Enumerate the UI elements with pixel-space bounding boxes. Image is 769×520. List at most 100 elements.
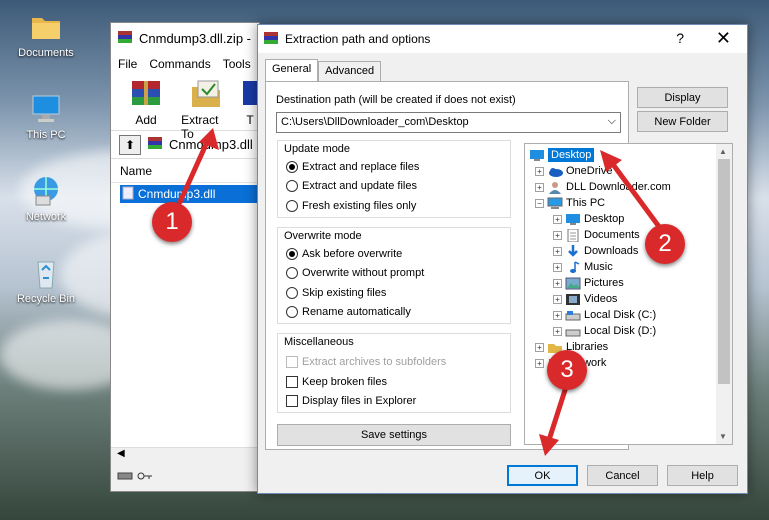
horizontal-scrollbar[interactable]: ◀ — [111, 447, 259, 463]
tree-item-local-disk-d[interactable]: + Local Disk (D:) — [553, 323, 656, 339]
update-mode-title: Update mode — [284, 143, 351, 155]
tree-item-label: This PC — [566, 197, 606, 209]
archive-add-icon — [126, 77, 166, 109]
network-icon — [28, 174, 64, 208]
desktop-icon-documents[interactable]: Documents — [4, 10, 88, 59]
radio-button[interactable] — [286, 306, 298, 318]
miscellaneous-group: Miscellaneous Extract archives to subfol… — [277, 333, 511, 413]
desktop-icon-recycle-bin[interactable]: Recycle Bin — [4, 256, 88, 305]
desktop-icon-label: Documents — [18, 47, 74, 59]
radio-button[interactable] — [286, 180, 298, 192]
expand-icon[interactable]: + — [553, 246, 562, 256]
update-mode-group: Update mode Extract and replace files Ex… — [277, 140, 511, 218]
tree-item-onedrive[interactable]: + OneDrive — [535, 163, 612, 179]
checkbox-extract-subfolders[interactable]: Extract archives to subfolders — [286, 356, 446, 368]
help-title-button[interactable]: ? — [676, 30, 684, 46]
tree-item-documents[interactable]: + Documents — [553, 227, 640, 243]
expand-icon[interactable]: + — [553, 326, 562, 336]
tree-item-pc-desktop[interactable]: + Desktop — [553, 211, 624, 227]
up-folder-button[interactable]: ⬆ — [119, 134, 141, 155]
option-label: Extract and replace files — [302, 161, 420, 173]
ok-button[interactable]: OK — [507, 465, 578, 486]
tree-item-downloads[interactable]: + Downloads — [553, 243, 638, 259]
column-header-name[interactable]: Name — [111, 159, 259, 183]
radio-button[interactable] — [286, 287, 298, 299]
radio-skip-existing[interactable]: Skip existing files — [286, 287, 386, 299]
option-label: Extract and update files — [302, 180, 417, 192]
close-icon[interactable]: ✕ — [716, 28, 731, 49]
radio-button[interactable] — [286, 200, 298, 212]
expand-icon[interactable]: + — [535, 182, 544, 192]
tab-general[interactable]: General — [265, 59, 319, 82]
checkbox[interactable] — [286, 395, 298, 407]
expand-icon[interactable]: + — [535, 166, 544, 176]
expand-icon[interactable]: + — [553, 230, 562, 240]
radio-overwrite-without-prompt[interactable]: Overwrite without prompt — [286, 267, 424, 279]
radio-button[interactable] — [286, 267, 298, 279]
radio-fresh-existing[interactable]: Fresh existing files only — [286, 200, 416, 212]
cancel-button[interactable]: Cancel — [587, 465, 658, 486]
option-label: Rename automatically — [302, 306, 411, 318]
tree-item-label: OneDrive — [566, 165, 613, 177]
column-name-label: Name — [120, 163, 153, 178]
scroll-thumb[interactable] — [718, 159, 730, 384]
desktop-icon-this-pc[interactable]: This PC — [4, 92, 88, 141]
file-row[interactable]: Cnmdump3.dll — [120, 185, 259, 203]
chevron-down-icon[interactable]: ⌵ — [608, 115, 616, 128]
expand-icon[interactable]: + — [553, 278, 562, 288]
expand-icon[interactable]: + — [553, 310, 562, 320]
radio-button-checked[interactable] — [286, 161, 298, 173]
checkbox-keep-broken[interactable]: Keep broken files — [286, 376, 387, 388]
expand-icon[interactable]: + — [553, 262, 562, 272]
winrar-window: Cnmdump3.dll.zip - File Commands Tools A… — [110, 22, 260, 492]
menu-file[interactable]: File — [118, 57, 137, 71]
music-note-icon — [565, 260, 581, 274]
tree-item-videos[interactable]: + Videos — [553, 291, 617, 307]
scroll-up-icon[interactable]: ▲ — [719, 147, 727, 156]
miscellaneous-title: Miscellaneous — [284, 336, 354, 348]
scroll-down-icon[interactable]: ▼ — [719, 432, 727, 441]
checkbox-display-explorer[interactable]: Display files in Explorer — [286, 395, 416, 407]
expand-icon[interactable]: + — [553, 294, 562, 304]
tab-advanced[interactable]: Advanced — [318, 61, 382, 81]
expand-icon[interactable]: + — [553, 214, 562, 224]
checkbox[interactable] — [286, 376, 298, 388]
archive-icon — [147, 136, 163, 153]
menu-commands[interactable]: Commands — [149, 57, 210, 71]
computer-icon — [547, 197, 563, 210]
dialog-title: Extraction path and options — [285, 32, 431, 46]
display-button[interactable]: Display — [637, 87, 728, 108]
desktop-icon-label: Network — [25, 211, 67, 223]
annotation-badge-3: 3 — [547, 350, 587, 390]
save-settings-button[interactable]: Save settings — [277, 424, 511, 446]
extract-to-button[interactable]: Extract To — [181, 75, 231, 141]
radio-rename-automatically[interactable]: Rename automatically — [286, 306, 411, 318]
menu-tools[interactable]: Tools — [223, 57, 251, 71]
tree-item-pictures[interactable]: + Pictures — [553, 275, 624, 291]
help-button[interactable]: Help — [667, 465, 738, 486]
desktop-icon-network[interactable]: Network — [4, 174, 88, 223]
expand-icon[interactable]: + — [535, 358, 544, 368]
cloud-icon — [547, 165, 563, 178]
desktop-icon-label: Recycle Bin — [16, 293, 76, 305]
tree-vertical-scrollbar[interactable]: ▲ ▼ — [716, 144, 732, 444]
radio-extract-replace[interactable]: Extract and replace files — [286, 161, 419, 173]
add-button[interactable]: Add — [121, 75, 171, 127]
radio-ask-before[interactable]: Ask before overwrite — [286, 248, 402, 260]
tree-item-this-pc[interactable]: − This PC — [535, 195, 605, 211]
address-text: Cnmdump3.dll — [169, 137, 253, 152]
tree-item-dll-downloader[interactable]: + DLL Downloader.com — [535, 179, 671, 195]
tree-item-local-disk-c[interactable]: + Local Disk (C:) — [553, 307, 656, 323]
tree-item-music[interactable]: + Music — [553, 259, 613, 275]
tree-item-desktop[interactable]: Desktop — [529, 147, 595, 163]
dll-file-icon — [122, 186, 134, 203]
radio-button-checked[interactable] — [286, 248, 298, 260]
expand-icon[interactable]: + — [535, 342, 544, 352]
new-folder-button[interactable]: New Folder — [637, 111, 728, 132]
checkbox-disabled[interactable] — [286, 356, 298, 368]
collapse-icon[interactable]: − — [535, 198, 544, 208]
destination-path-combobox[interactable]: C:\Users\DllDownloader_com\Desktop ⌵ — [276, 112, 621, 133]
folder-tree[interactable]: Desktop + OneDrive + DLL Downloader.com … — [524, 143, 733, 445]
tree-item-label: Local Disk (D:) — [584, 325, 657, 337]
radio-extract-update[interactable]: Extract and update files — [286, 180, 417, 192]
